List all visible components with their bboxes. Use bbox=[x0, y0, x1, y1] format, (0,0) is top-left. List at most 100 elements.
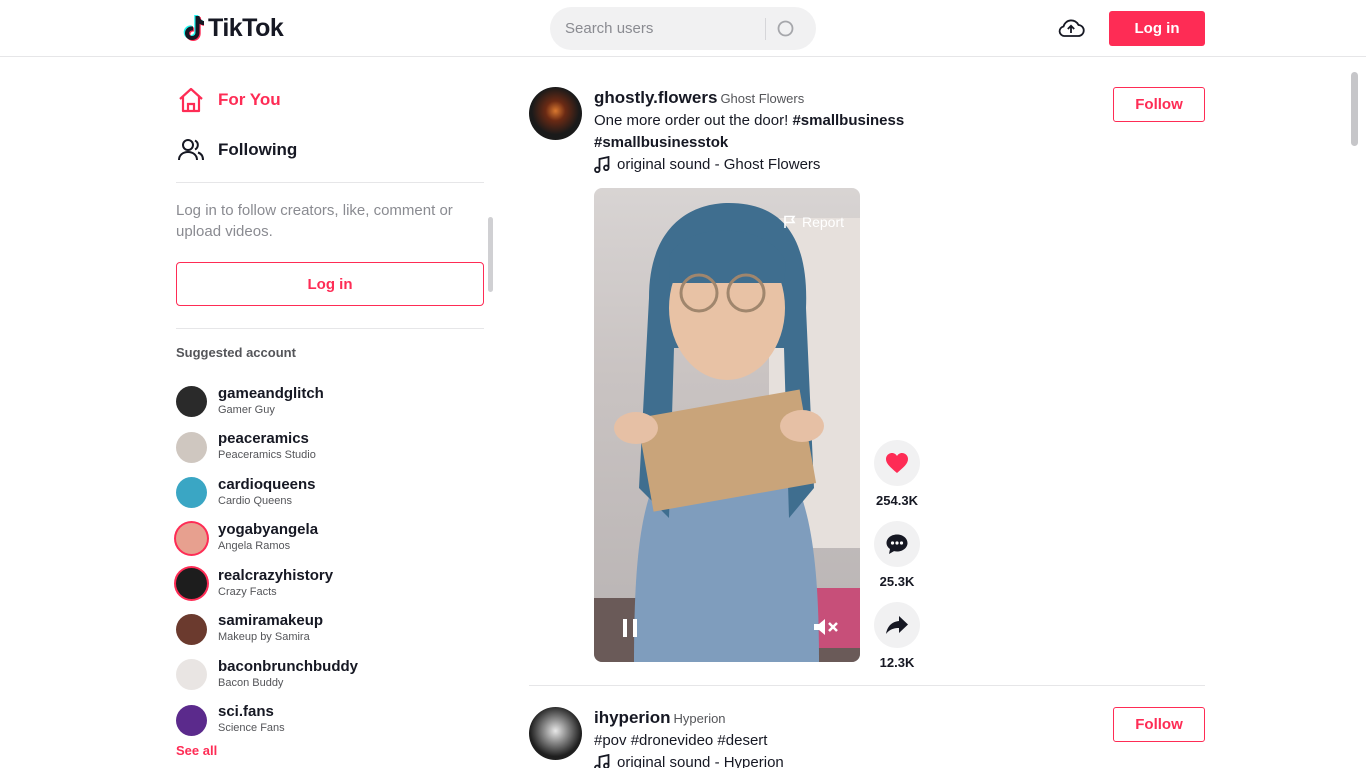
suggested-account[interactable]: yogabyangela Angela Ramos bbox=[176, 516, 486, 562]
post-sound[interactable]: original sound - Ghost Flowers bbox=[594, 156, 820, 173]
avatar bbox=[176, 568, 207, 600]
logo-text: TikTok bbox=[208, 13, 284, 42]
tiktok-logo-icon bbox=[183, 15, 204, 41]
post-caption: #pov #dronevideo #desert bbox=[594, 732, 768, 749]
post-sound[interactable]: original sound - Hyperion bbox=[594, 754, 784, 768]
sidebar: For You Following Log in to follow creat… bbox=[176, 57, 493, 768]
search-input[interactable] bbox=[565, 20, 760, 37]
nav-for-you[interactable]: For You bbox=[176, 85, 281, 115]
post-author[interactable]: ghostly.flowers Ghost Flowers bbox=[594, 88, 804, 108]
account-username: yogabyangela bbox=[218, 521, 319, 539]
like-button[interactable] bbox=[874, 440, 920, 486]
suggested-account[interactable]: cardioqueens Cardio Queens bbox=[176, 470, 486, 516]
suggested-account[interactable]: baconbrunchbuddy Bacon Buddy bbox=[176, 652, 486, 698]
tiktok-logo[interactable]: TikTok bbox=[180, 12, 284, 44]
sidebar-scrollbar[interactable] bbox=[488, 217, 493, 292]
video-player[interactable]: Report bbox=[594, 188, 860, 662]
nav-following[interactable]: Following bbox=[176, 135, 297, 165]
suggested-accounts-title: Suggested account bbox=[176, 345, 296, 360]
account-username: gameandglitch bbox=[218, 384, 324, 402]
suggested-account[interactable]: sci.fans Science Fans bbox=[176, 698, 486, 744]
hashtag-link[interactable]: #smallbusiness bbox=[792, 112, 904, 129]
share-count: 12.3K bbox=[879, 655, 915, 670]
comment-count: 25.3K bbox=[879, 574, 915, 589]
share-icon bbox=[886, 616, 908, 634]
report-label: Report bbox=[801, 214, 844, 230]
account-username: samiramakeup bbox=[218, 612, 324, 630]
suggested-account[interactable]: peaceramics Peaceramics Studio bbox=[176, 425, 486, 471]
post-author-avatar[interactable] bbox=[529, 707, 582, 760]
account-display-name: Bacon Buddy bbox=[218, 676, 284, 689]
account-display-name: Gamer Guy bbox=[218, 403, 275, 416]
avatar bbox=[176, 431, 207, 463]
flag-icon bbox=[784, 215, 796, 228]
music-note-icon bbox=[594, 156, 610, 173]
post-display-name: Hyperion bbox=[673, 711, 726, 726]
post-display-name: Ghost Flowers bbox=[720, 91, 805, 106]
nav-following-label: Following bbox=[218, 140, 298, 159]
sidebar-divider bbox=[176, 182, 484, 183]
account-display-name: Makeup by Samira bbox=[218, 631, 310, 644]
report-button[interactable]: Report bbox=[783, 214, 844, 230]
page-scrollbar[interactable] bbox=[1351, 72, 1358, 146]
sound-label: original sound - Ghost Flowers bbox=[617, 156, 821, 173]
share-action[interactable]: 12.3K bbox=[874, 602, 920, 670]
post-caption: One more order out the door! #smallbusin… bbox=[594, 110, 924, 154]
avatar bbox=[176, 477, 207, 509]
header-login-button[interactable]: Log in bbox=[1109, 11, 1205, 46]
like-count: 254.3K bbox=[876, 493, 918, 508]
caption-text: One more order out the door! bbox=[594, 112, 789, 129]
sound-label: original sound - Hyperion bbox=[617, 754, 784, 768]
account-username: cardioqueens bbox=[218, 475, 316, 493]
post-author-avatar[interactable] bbox=[529, 87, 582, 140]
cloud-upload-icon bbox=[1058, 19, 1085, 37]
comment-button[interactable] bbox=[874, 521, 920, 567]
search-bar bbox=[550, 7, 816, 50]
post-actions: 254.3K 25.3K 12.3K bbox=[874, 440, 920, 683]
follow-button[interactable]: Follow bbox=[1113, 707, 1205, 742]
comment-icon bbox=[886, 534, 908, 554]
login-hint-text: Log in to follow creators, like, comment… bbox=[176, 202, 453, 240]
like-action[interactable]: 254.3K bbox=[874, 440, 920, 508]
nav-for-you-label: For You bbox=[218, 90, 281, 109]
pause-icon[interactable] bbox=[620, 618, 640, 638]
account-username: realcrazyhistory bbox=[218, 566, 334, 584]
suggested-account[interactable]: realcrazyhistory Crazy Facts bbox=[176, 561, 486, 607]
post-username: ghostly.flowers bbox=[594, 88, 718, 107]
avatar bbox=[176, 613, 207, 645]
account-display-name: Peaceramics Studio bbox=[218, 449, 316, 462]
account-username: peaceramics bbox=[218, 430, 309, 448]
search-button[interactable] bbox=[766, 7, 806, 50]
account-display-name: Crazy Facts bbox=[218, 585, 277, 598]
avatar bbox=[176, 386, 207, 418]
post-author[interactable]: ihyperion Hyperion bbox=[594, 708, 726, 728]
avatar bbox=[176, 659, 207, 691]
avatar bbox=[176, 522, 207, 554]
video-frame bbox=[594, 203, 860, 662]
hashtag-link[interactable]: #smallbusinesstok bbox=[594, 134, 728, 151]
music-note-icon bbox=[594, 754, 610, 768]
users-icon bbox=[176, 135, 206, 165]
account-display-name: Science Fans bbox=[218, 722, 285, 735]
sidebar-divider bbox=[176, 328, 484, 329]
sidebar-login-button[interactable]: Log in bbox=[176, 262, 484, 306]
top-bar: TikTok Log in bbox=[0, 0, 1366, 57]
account-display-name: Angela Ramos bbox=[218, 540, 291, 553]
see-all-link[interactable]: See all bbox=[176, 743, 217, 758]
suggested-accounts-list: gameandglitch Gamer Guy peaceramics Peac… bbox=[176, 379, 486, 743]
feed-divider bbox=[529, 685, 1205, 686]
follow-button[interactable]: Follow bbox=[1113, 87, 1205, 122]
mute-icon[interactable] bbox=[812, 616, 840, 638]
heart-icon bbox=[886, 453, 908, 473]
suggested-account[interactable]: gameandglitch Gamer Guy bbox=[176, 379, 486, 425]
share-button[interactable] bbox=[874, 602, 920, 648]
avatar bbox=[176, 704, 207, 736]
post-username: ihyperion bbox=[594, 708, 671, 727]
home-icon bbox=[176, 85, 206, 115]
account-username: sci.fans bbox=[218, 703, 274, 721]
search-icon bbox=[777, 20, 794, 36]
upload-button[interactable] bbox=[1055, 14, 1087, 42]
suggested-account[interactable]: samiramakeup Makeup by Samira bbox=[176, 607, 486, 653]
comment-action[interactable]: 25.3K bbox=[874, 521, 920, 589]
account-display-name: Cardio Queens bbox=[218, 494, 292, 507]
